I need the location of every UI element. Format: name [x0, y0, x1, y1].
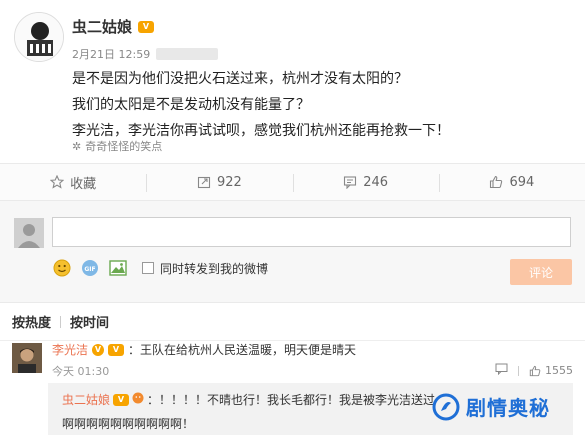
checkbox-box[interactable]	[142, 262, 154, 274]
favorite-label: 收藏	[70, 176, 97, 192]
submit-comment-button[interactable]: 评论	[510, 259, 572, 285]
weibo-post: 虫二姑娘 V 2月21日 12:59 是不是因为他们没把火石送过来，杭州才没有太…	[0, 0, 585, 163]
watermark-text: 剧情奥秘	[466, 396, 550, 420]
image-icon[interactable]	[108, 258, 128, 278]
vip-badge-icon: V	[138, 20, 155, 33]
reply-line: 虫二姑娘 V ：！！！！不晴也行！我长毛都行！我是被李光洁送过	[62, 391, 435, 408]
like-count: 694	[509, 174, 535, 190]
post-action-bar: 收藏 922 246 694	[0, 163, 585, 201]
gif-icon[interactable]: GIF	[80, 258, 100, 278]
comment-sort-bar: 按热度 按时间	[0, 303, 585, 341]
comment-actions-divider	[518, 365, 519, 376]
reply-text: ：！！！！不晴也行！我长毛都行！我是被李光洁送过	[147, 393, 436, 407]
sort-divider	[60, 315, 62, 328]
my-avatar[interactable]	[14, 218, 44, 248]
comment-actions: 1555	[495, 363, 573, 378]
post-line-2: 我们的太阳是不是发动机没有能量了？	[72, 97, 310, 113]
topic-label: 奇奇怪怪的笑点	[85, 140, 163, 153]
sort-by-time[interactable]: 按时间	[70, 312, 109, 331]
reply-text-continued: 啊啊啊啊啊啊啊啊啊啊！	[62, 417, 195, 431]
repost-checkbox[interactable]: 同时转发到我的微博	[142, 260, 268, 277]
commenter-name[interactable]: 李光洁	[52, 341, 88, 358]
author-avatar[interactable]	[14, 12, 64, 62]
vip-badge-icon: V	[113, 393, 130, 406]
post-line-1: 是不是因为他们没把火石送过来，杭州才没有太阳的？	[72, 71, 408, 87]
sort-by-hot[interactable]: 按热度	[12, 312, 51, 331]
repost-checkbox-label: 同时转发到我的微博	[160, 261, 269, 276]
comment-like-count: 1555	[545, 364, 573, 377]
star-icon	[50, 175, 65, 189]
comment-line: 李光洁 V V ：王队在给杭州人民送温暖，明天便是晴天	[52, 341, 356, 358]
watermark: 剧情奥秘	[432, 392, 550, 421]
blurred-source	[156, 48, 219, 60]
repost-count: 922	[216, 174, 242, 190]
favorite-button[interactable]: 收藏	[0, 164, 146, 200]
topic-tag[interactable]: ✲ 奇奇怪怪的笑点	[72, 138, 162, 154]
repost-button[interactable]: 922	[146, 164, 292, 200]
comment-icon	[344, 176, 357, 189]
comment-count: 246	[363, 174, 389, 190]
composer-tools: GIF 同时转发到我的微博	[52, 258, 268, 278]
like-button[interactable]: 694	[438, 164, 585, 200]
svg-text:GIF: GIF	[84, 266, 95, 273]
thumbs-up-icon	[490, 175, 503, 189]
reply-user-name[interactable]: 虫二姑娘	[62, 391, 110, 408]
comment-input[interactable]	[52, 217, 571, 247]
reply-icon[interactable]	[495, 363, 508, 378]
watermark-logo-icon	[432, 393, 460, 420]
comment-item: 李光洁 V V ：王队在给杭州人民送温暖，明天便是晴天 今天 01:30 155…	[0, 341, 585, 383]
commenter-avatar[interactable]	[12, 343, 42, 373]
author-row: 虫二姑娘 V	[72, 16, 155, 37]
post-date-text[interactable]: 2月21日 12:59	[72, 46, 150, 62]
topic-icon: ✲	[72, 139, 82, 153]
thumbs-up-icon	[529, 365, 541, 376]
comment-like-button[interactable]: 1555	[529, 364, 573, 377]
comment-button[interactable]: 246	[292, 164, 439, 200]
comment-composer: GIF 同时转发到我的微博 评论	[0, 201, 585, 303]
post-date: 2月21日 12:59	[72, 46, 219, 62]
emoji-icon[interactable]	[52, 258, 72, 278]
repost-icon	[197, 176, 211, 189]
author-name[interactable]: 虫二姑娘	[72, 16, 132, 37]
verified-badge-icon: V	[92, 343, 105, 356]
vip-badge-icon: V	[108, 343, 125, 356]
emoji-icon	[132, 392, 144, 407]
comment-text: ：王队在给杭州人民送温暖，明天便是晴天	[128, 343, 357, 357]
post-content: 是不是因为他们没把火石送过来，杭州才没有太阳的？ 我们的太阳是不是发动机没有能量…	[72, 66, 450, 144]
comment-time: 今天 01:30	[52, 365, 110, 378]
